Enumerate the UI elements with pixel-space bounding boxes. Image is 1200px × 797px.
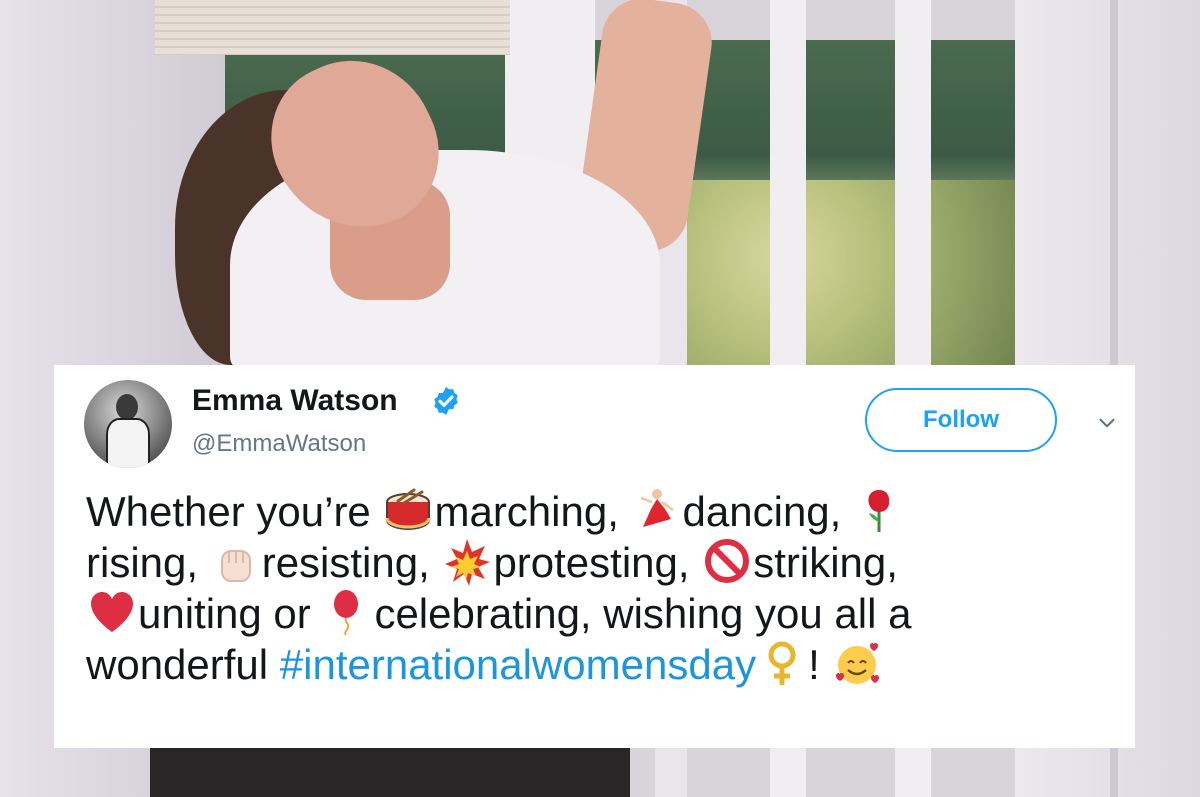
tweet-text-segment: uniting or — [138, 590, 323, 637]
author-handle[interactable]: @EmmaWatson — [192, 430, 366, 458]
chevron-down-icon[interactable] — [1094, 410, 1120, 436]
prohibited-emoji-icon — [705, 539, 750, 583]
hashtag-link[interactable]: #internationalwomensday — [280, 641, 756, 688]
tweet-text-segment: celebrating, wishing you all a — [374, 590, 912, 637]
red-heart-emoji-icon — [91, 592, 133, 632]
tweet-line-4: wonderful #internationalwomensday ! — [86, 639, 1126, 690]
female-sign-emoji-icon — [768, 641, 796, 685]
smiling-face-with-hearts-emoji-icon — [836, 643, 880, 684]
avatar[interactable] — [84, 380, 172, 468]
follow-button[interactable]: Follow — [865, 388, 1057, 452]
balloon-emoji-icon — [334, 590, 359, 636]
author-name[interactable]: Emma Watson — [192, 384, 398, 418]
dancer-emoji-icon — [640, 489, 674, 527]
tweet-text-segment: Whether you’re — [86, 488, 383, 535]
tweet-text: Whether you’re marching, dancing, rising… — [86, 486, 1126, 690]
raised-fist-emoji-icon — [220, 550, 251, 582]
tweet-text-segment: marching, — [434, 488, 631, 535]
tweet-text-segment: striking, — [753, 539, 898, 586]
tweet-text-segment: protesting, — [493, 539, 702, 586]
drum-emoji-icon — [385, 488, 431, 531]
tweet-line-3: uniting or celebrating, wishing you all … — [86, 588, 1126, 639]
tweet-text-segment: dancing, — [682, 488, 854, 535]
rose-emoji-icon — [868, 490, 890, 532]
tweet-text-segment: wonderful — [86, 641, 280, 688]
tweet-line-2: rising, resisting, protesting, striking, — [86, 537, 1126, 588]
collision-emoji-icon — [445, 539, 491, 585]
tweet-text-segment: resisting, — [261, 539, 442, 586]
tweet-text-segment: ! — [808, 641, 832, 688]
tweet-line-1: Whether you’re marching, dancing, — [86, 486, 1126, 537]
verified-badge-icon — [434, 387, 458, 415]
tweet-text-segment: rising, — [86, 539, 210, 586]
